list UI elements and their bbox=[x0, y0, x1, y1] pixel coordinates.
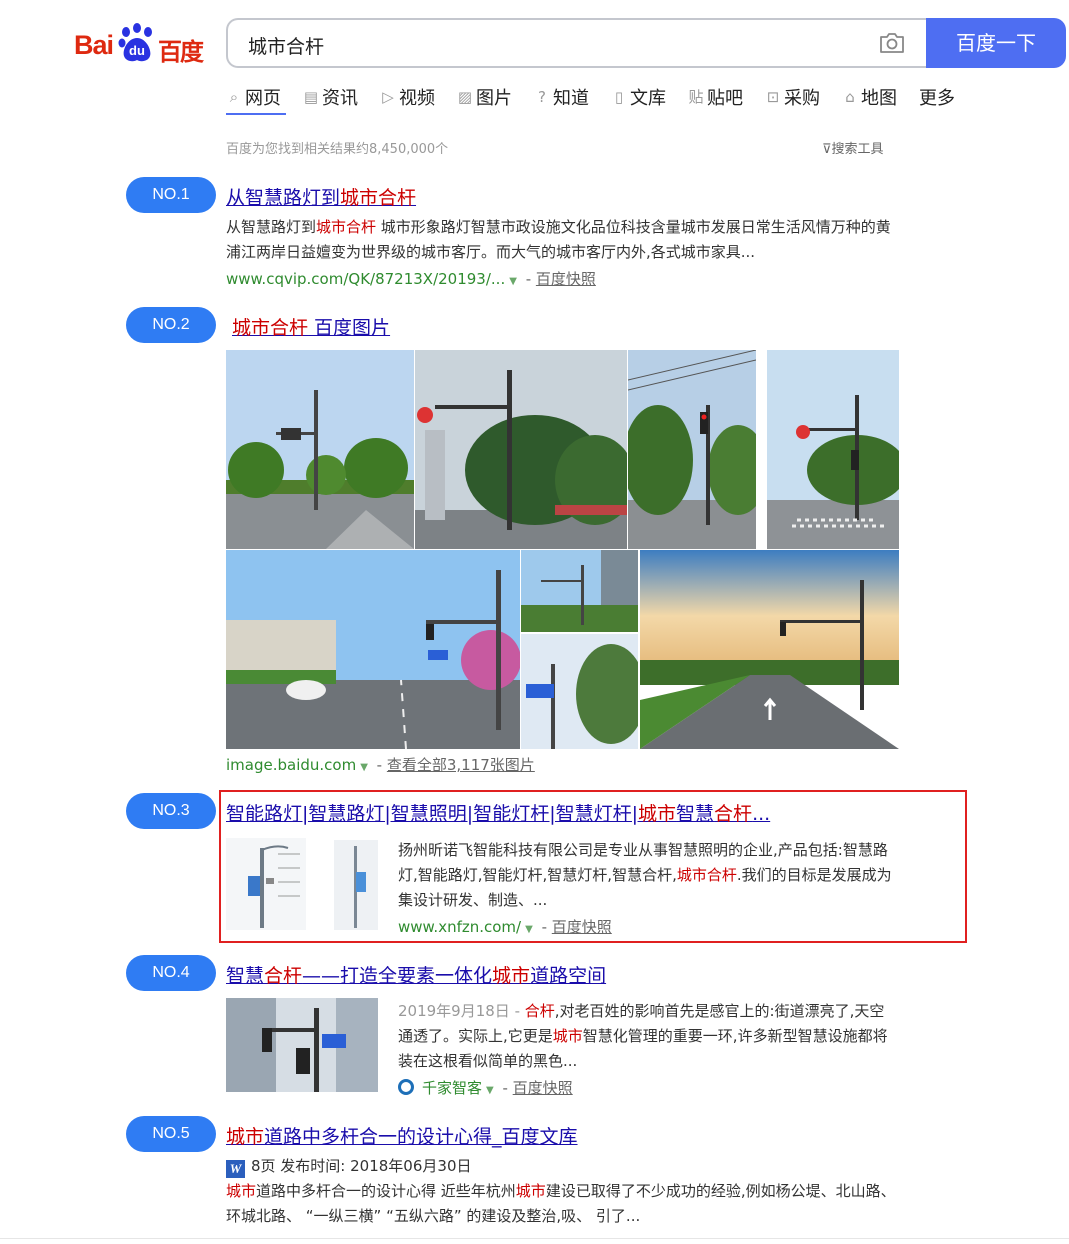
image-icon: ▨ bbox=[457, 88, 473, 106]
tab-web[interactable]: ⌕ 网页 bbox=[226, 84, 281, 110]
tab-zhidao[interactable]: ? 知道 bbox=[534, 84, 589, 110]
tab-more[interactable]: 更多 bbox=[919, 84, 955, 110]
result-abstract: 城市道路中多杆合一的设计心得 近些年杭州城市建设已取得了不少成功的经验,例如杨公… bbox=[226, 1182, 896, 1225]
tab-label: 图片 bbox=[476, 88, 512, 109]
play-icon: ▷ bbox=[382, 88, 394, 106]
question-icon: ? bbox=[538, 88, 546, 106]
doc-meta: W 8页 发布时间: 2018年06月30日 bbox=[226, 1154, 471, 1179]
active-tab-indicator bbox=[226, 113, 286, 115]
cache-link[interactable]: 百度快照 bbox=[536, 270, 596, 288]
news-icon: ▤ bbox=[303, 88, 319, 106]
rank-badge: NO.3 bbox=[126, 793, 216, 829]
cache-link[interactable]: 百度快照 bbox=[513, 1079, 573, 1097]
rank-badge: NO.4 bbox=[126, 955, 216, 991]
tab-label: 更多 bbox=[919, 88, 955, 109]
tab-tieba[interactable]: 贴贴吧 bbox=[688, 84, 743, 110]
tab-label: 知道 bbox=[553, 88, 589, 109]
camera-icon[interactable] bbox=[878, 31, 906, 55]
cache-link[interactable]: 百度快照 bbox=[552, 918, 612, 936]
chevron-down-icon[interactable]: ▼ bbox=[360, 762, 368, 773]
result-abstract: 从智慧路灯到城市合杆 城市形象路灯智慧市政设施文化品位科技含量城市发展日常生活风… bbox=[226, 218, 891, 261]
logo-latin-text: Bai bbox=[74, 30, 114, 60]
result-title-link[interactable]: 从智慧路灯到城市合杆 bbox=[226, 183, 416, 210]
word-doc-icon: W bbox=[226, 1160, 245, 1178]
vertical-tabs: ⌕ 网页 ▤ 资讯 ▷ 视频 ▨ 图片 ? 知道 ▯ 文库 贴贴吧 ⊡ 采购 ⌂ 地图 更多 bbox=[226, 84, 977, 110]
tab-label: 贴吧 bbox=[707, 88, 743, 109]
street-photo[interactable] bbox=[767, 350, 899, 549]
street-photo[interactable] bbox=[415, 350, 627, 549]
result-title-link[interactable]: 智慧合杆——打造全要素一体化城市道路空间 bbox=[226, 961, 606, 988]
result-source[interactable]: 千家智客 ▼ - 百度快照 bbox=[398, 1077, 573, 1098]
document-icon: ▯ bbox=[614, 88, 624, 106]
tab-label: 网页 bbox=[245, 88, 281, 109]
tieba-icon: 贴 bbox=[688, 88, 704, 106]
view-all-images-link[interactable]: 查看全部3,117张图片 bbox=[387, 756, 535, 774]
chevron-down-icon[interactable]: ▼ bbox=[509, 276, 517, 287]
search-input[interactable]: 城市合杆 bbox=[226, 18, 928, 68]
paw-icon: du bbox=[118, 23, 152, 62]
street-photo[interactable] bbox=[628, 350, 756, 549]
street-photo[interactable] bbox=[226, 550, 520, 749]
rank-badge: NO.1 bbox=[126, 177, 216, 213]
chevron-down-icon[interactable]: ▼ bbox=[525, 924, 533, 935]
result-url[interactable]: image.baidu.com ▼ - 查看全部3,117张图片 bbox=[226, 754, 535, 775]
tab-label: 地图 bbox=[861, 88, 897, 109]
search-tools-button[interactable]: ⊽搜索工具 bbox=[822, 138, 884, 157]
source-logo-icon bbox=[398, 1079, 414, 1095]
tab-news[interactable]: ▤ 资讯 bbox=[303, 84, 358, 110]
result-thumbnail[interactable] bbox=[226, 998, 378, 1092]
result-thumbnail[interactable] bbox=[226, 838, 378, 930]
map-icon: ⌂ bbox=[845, 88, 855, 106]
tab-wenku[interactable]: ▯ 文库 bbox=[611, 84, 666, 110]
svg-text:du: du bbox=[129, 43, 145, 58]
rank-badge: NO.5 bbox=[126, 1116, 216, 1152]
result-count: 百度为您找到相关结果约8,450,000个 bbox=[226, 142, 449, 157]
result-url[interactable]: www.xnfzn.com/▼ - 百度快照 bbox=[398, 916, 612, 937]
result-url[interactable]: www.cqvip.com/QK/87213X/20193/... ▼ - 百度快… bbox=[226, 268, 596, 289]
result-title-link[interactable]: 城市合杆 百度图片 bbox=[232, 313, 390, 340]
chevron-down-icon[interactable]: ▼ bbox=[486, 1085, 494, 1096]
search-button[interactable]: 百度一下 bbox=[926, 18, 1066, 68]
tab-purchase[interactable]: ⊡ 采购 bbox=[765, 84, 820, 110]
street-photo[interactable] bbox=[226, 350, 414, 549]
tab-label: 文库 bbox=[630, 88, 666, 109]
tab-video[interactable]: ▷ 视频 bbox=[380, 84, 435, 110]
street-photo[interactable] bbox=[640, 550, 899, 749]
street-photo[interactable] bbox=[521, 550, 638, 632]
tab-label: 视频 bbox=[399, 88, 435, 109]
result-abstract: 2019年9月18日 - 合杆,对老百姓的影响首先是感官上的:街道漂亮了,天空通… bbox=[398, 1002, 888, 1070]
baidu-logo[interactable]: Bai du 百度 bbox=[74, 20, 206, 66]
tab-images[interactable]: ▨ 图片 bbox=[457, 84, 512, 110]
tab-label: 采购 bbox=[784, 88, 820, 109]
tab-map[interactable]: ⌂ 地图 bbox=[842, 84, 897, 110]
result-title-link[interactable]: 智能路灯|智慧路灯|智慧照明|智能灯杆|智慧灯杆|城市智慧合杆... bbox=[226, 799, 770, 826]
search-icon: ⌕ bbox=[229, 88, 239, 106]
result-abstract: 扬州昕诺飞智能科技有限公司是专业从事智慧照明的企业,产品包括:智慧路灯,智能路灯… bbox=[398, 841, 892, 909]
street-photo[interactable] bbox=[521, 634, 638, 749]
divider bbox=[0, 1238, 1069, 1239]
bag-icon: ⊡ bbox=[766, 88, 780, 106]
logo-chinese-text: 百度 bbox=[158, 38, 204, 66]
result-title-link[interactable]: 城市道路中多杆合一的设计心得_百度文库 bbox=[226, 1122, 578, 1149]
search-query-text: 城市合杆 bbox=[248, 36, 325, 58]
filter-icon: ⊽ bbox=[822, 142, 832, 157]
rank-badge: NO.2 bbox=[126, 307, 216, 343]
tab-label: 资讯 bbox=[322, 88, 358, 109]
